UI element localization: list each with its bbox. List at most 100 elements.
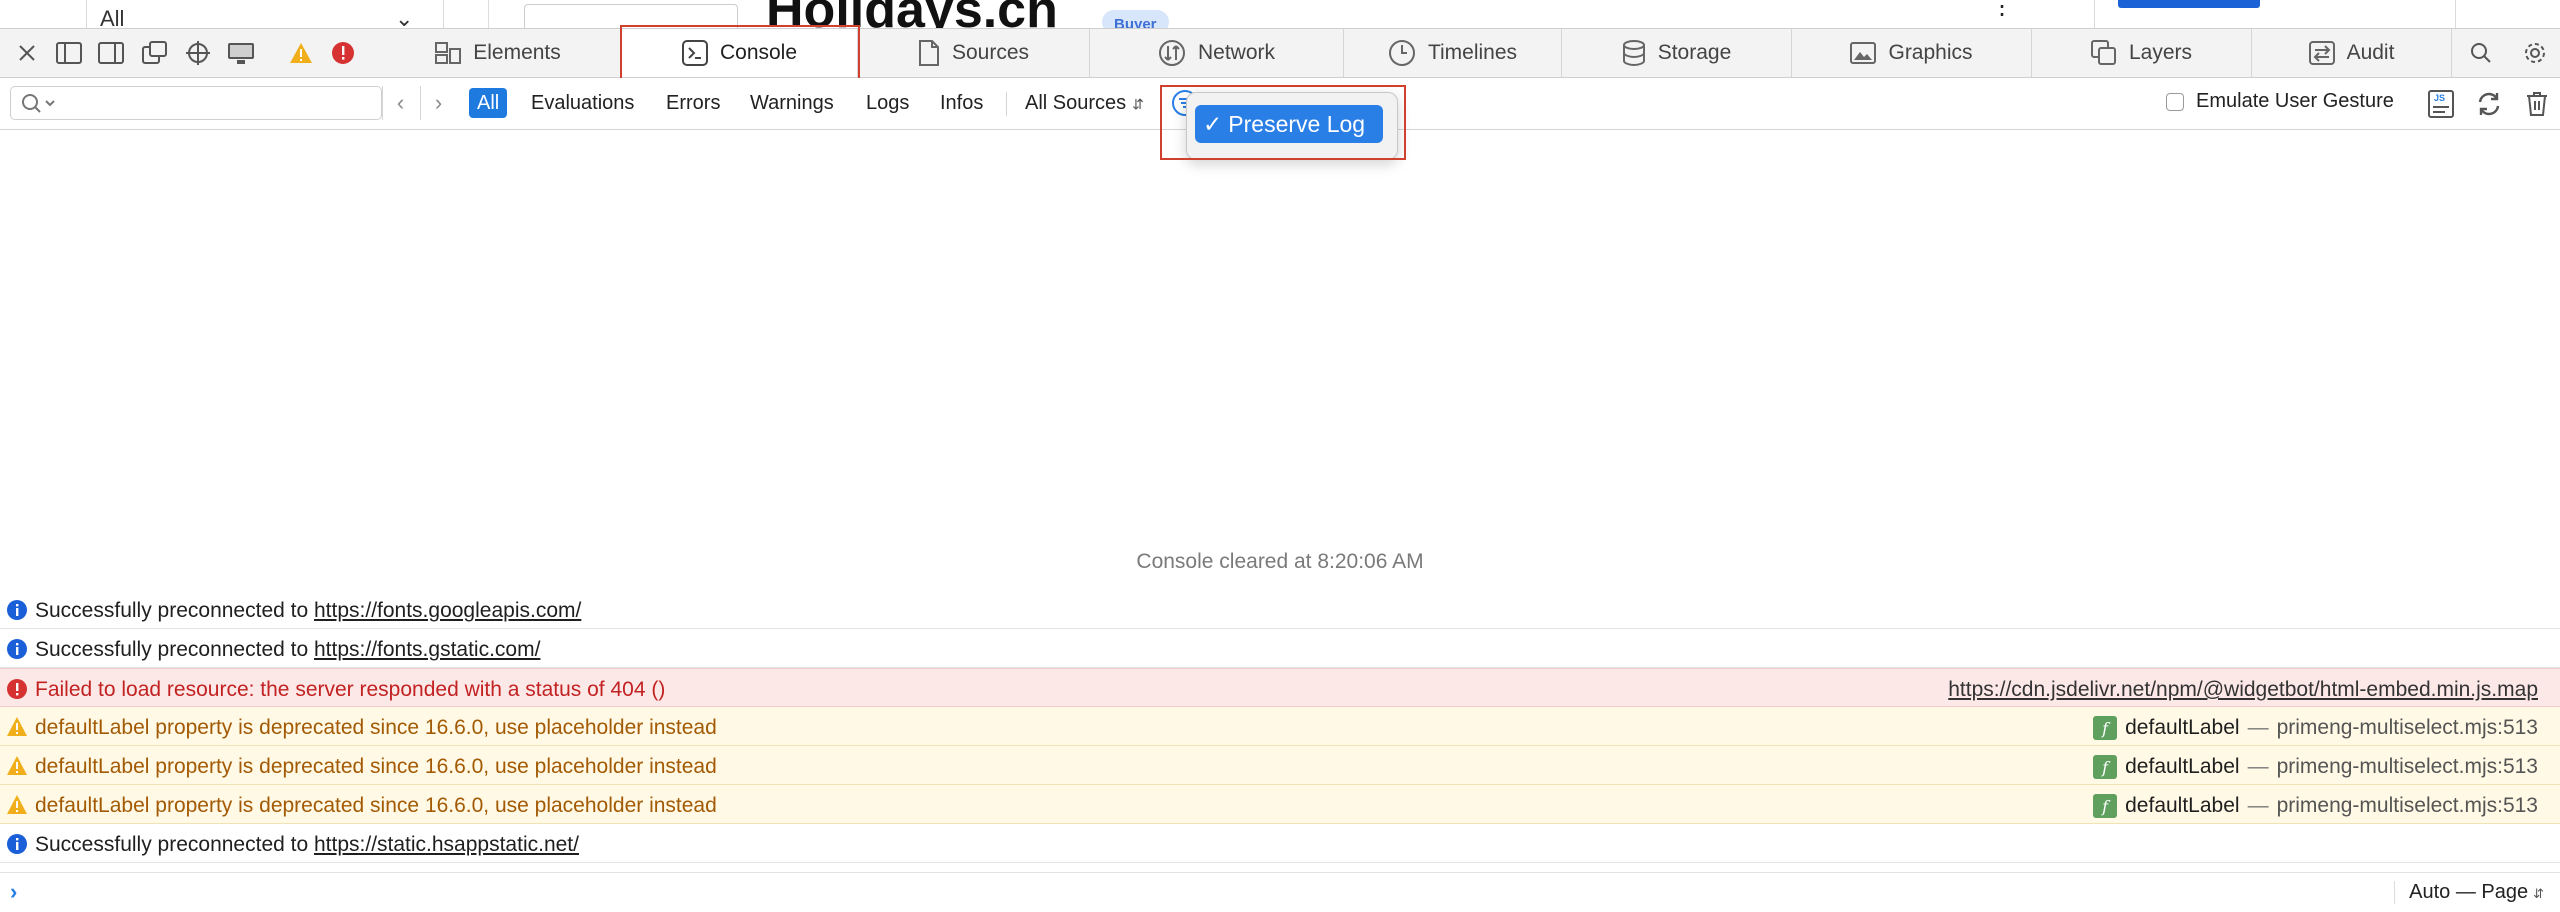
function-icon: f [2093, 794, 2118, 818]
warning-icon[interactable] [286, 38, 316, 68]
console-message: Successfully preconnected to https://fon… [0, 629, 2560, 668]
message-text: Failed to load resource: the server resp… [35, 678, 666, 701]
console-error-message: Failed to load resource: the server resp… [0, 668, 2560, 707]
more-options-icon[interactable]: ⋮ [1990, 0, 2014, 19]
page-all-select[interactable]: All [100, 6, 124, 28]
preserve-log-option[interactable]: ✓ Preserve Log [1195, 105, 1383, 143]
function-icon: f [2093, 755, 2118, 779]
gear-icon[interactable] [2520, 38, 2550, 68]
filter-logs[interactable]: Logs [858, 88, 917, 118]
tab-storage[interactable]: Storage [1562, 29, 1792, 77]
tab-timelines[interactable]: Timelines [1344, 29, 1562, 77]
function-name[interactable]: defaultLabel [2125, 716, 2239, 740]
elements-icon [435, 42, 462, 64]
tab-elements-label: Elements [473, 41, 561, 64]
tab-audit[interactable]: Audit [2252, 29, 2452, 77]
sources-icon [918, 40, 939, 66]
tab-layers-label: Layers [2128, 41, 2193, 64]
trash-icon[interactable] [2522, 89, 2552, 119]
devtools-tab-bar: Elements Console Sources Network Timelin… [0, 28, 2560, 78]
source-location[interactable]: primeng-multiselect.mjs:513 [2277, 716, 2538, 740]
device-icon[interactable] [226, 38, 256, 68]
page-blue-button[interactable] [2118, 0, 2260, 8]
inspect-crosshair-icon[interactable] [183, 38, 213, 68]
search-icon[interactable] [2466, 38, 2496, 68]
layers-icon [2090, 40, 2116, 65]
console-icon [681, 40, 708, 66]
graphics-icon [1850, 42, 1877, 64]
network-icon [1158, 40, 1185, 66]
warning-icon [7, 717, 27, 736]
dock-right-icon[interactable] [96, 38, 126, 68]
filter-input[interactable] [63, 91, 367, 117]
console-prompt: › Auto — Page ⇵ [0, 872, 2560, 912]
console-warning-message: defaultLabel property is deprecated sinc… [0, 746, 2560, 785]
checkmark-icon: ✓ [1203, 111, 1223, 137]
js-log-icon[interactable]: JS [2426, 89, 2456, 119]
filter-infos[interactable]: Infos [932, 88, 991, 118]
tab-sources[interactable]: Sources [858, 29, 1090, 77]
separator-dash: — [2247, 794, 2269, 817]
filter-options-menu: ✓ Preserve Log [1186, 92, 1398, 160]
tab-layers[interactable]: Layers [2032, 29, 2252, 77]
message-link[interactable]: https://static.hsappstatic.net/ [314, 833, 579, 856]
close-icon[interactable] [12, 38, 42, 68]
filter-errors[interactable]: Errors [658, 88, 728, 118]
emulate-user-gesture[interactable]: Emulate User Gesture [2166, 90, 2394, 113]
execution-context-label: Auto — Page [2409, 881, 2529, 903]
previous-arrow-icon[interactable]: ‹ [382, 86, 418, 120]
prompt-chevron-icon: › [10, 879, 18, 904]
message-link[interactable]: https://fonts.googleapis.com/ [314, 599, 581, 622]
page-title: Holidays.ch [766, 0, 1058, 28]
svg-text:JS: JS [2434, 93, 2445, 103]
message-source-link[interactable]: https://cdn.jsdelivr.net/npm/@widgetbot/… [1948, 678, 2538, 702]
reload-icon[interactable] [2474, 89, 2504, 119]
timelines-icon [1388, 40, 1415, 66]
tab-elements[interactable]: Elements [375, 29, 622, 77]
error-icon[interactable] [328, 38, 358, 68]
filter-search-box[interactable] [10, 86, 382, 120]
sources-select[interactable]: All Sources ⇵ [1025, 88, 1144, 119]
console-input[interactable] [36, 879, 2340, 907]
info-icon [7, 639, 27, 659]
tab-console[interactable]: Console [622, 29, 858, 77]
source-location[interactable]: primeng-multiselect.mjs:513 [2277, 755, 2538, 779]
source-location[interactable]: primeng-multiselect.mjs:513 [2277, 794, 2538, 818]
filter-all[interactable]: All [469, 88, 508, 118]
warning-icon [7, 795, 27, 814]
tab-graphics[interactable]: Graphics [1792, 29, 2032, 77]
filter-evaluations[interactable]: Evaluations [523, 88, 642, 118]
tab-console-label: Console [719, 41, 798, 64]
message-text: Successfully preconnected to [35, 638, 314, 661]
function-icon: f [2093, 716, 2118, 740]
tab-graphics-label: Graphics [1888, 41, 1973, 64]
tab-network[interactable]: Network [1090, 29, 1344, 77]
separator-dash: — [2247, 716, 2269, 739]
console-warning-message: defaultLabel property is deprecated sinc… [0, 785, 2560, 824]
dock-bottom-icon[interactable] [54, 38, 84, 68]
filter-warnings[interactable]: Warnings [742, 88, 842, 118]
message-text: defaultLabel property is deprecated sinc… [35, 794, 717, 817]
function-name[interactable]: defaultLabel [2125, 794, 2239, 818]
message-text: defaultLabel property is deprecated sinc… [35, 755, 717, 778]
updown-chevron-icon: ⇵ [2533, 886, 2544, 901]
emulate-checkbox[interactable] [2166, 92, 2184, 111]
error-icon [7, 679, 27, 699]
page-divider [488, 0, 489, 28]
chevron-down-icon[interactable]: ⌄ [395, 6, 413, 28]
filter-divider [1160, 92, 1161, 116]
next-arrow-icon[interactable]: › [420, 86, 456, 120]
warning-icon [7, 756, 27, 775]
tab-timelines-label: Timelines [1427, 41, 1518, 64]
console-message: Successfully preconnected to https://sta… [0, 824, 2560, 863]
undock-icon[interactable] [140, 38, 170, 68]
message-link[interactable]: https://fonts.gstatic.com/ [314, 638, 540, 661]
tab-storage-label: Storage [1657, 41, 1732, 64]
function-name[interactable]: defaultLabel [2125, 755, 2239, 779]
message-text: Successfully preconnected to [35, 833, 314, 856]
console-warning-message: defaultLabel property is deprecated sinc… [0, 707, 2560, 746]
execution-context-select[interactable]: Auto — Page ⇵ [2394, 881, 2544, 904]
search-filter-icon[interactable] [21, 93, 59, 115]
tab-audit-label: Audit [2346, 41, 2395, 64]
page-input-box[interactable] [524, 4, 738, 28]
